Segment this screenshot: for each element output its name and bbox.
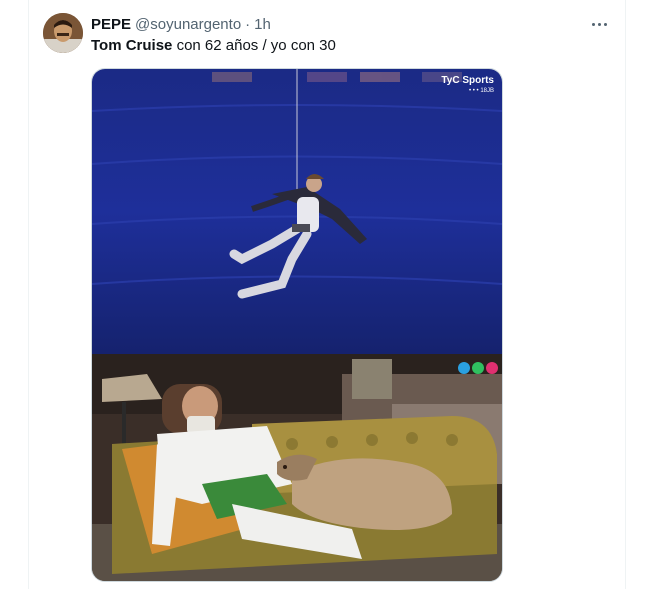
media-image-top[interactable]: TyC Sports • • • 18JB <box>92 69 502 354</box>
tweet-media[interactable]: TyC Sports • • • 18JB <box>91 68 503 582</box>
tweet-text: Tom Cruise con 62 años / yo con 30 <box>91 36 336 56</box>
media-image-bottom[interactable] <box>92 354 502 581</box>
separator-dot: · <box>245 15 251 33</box>
top-watermark: TyC Sports <box>441 75 494 86</box>
author-handle[interactable]: @soyunargento <box>135 16 241 33</box>
more-horizontal-icon <box>591 22 595 26</box>
tweet-header: PEPE @soyunargento · 1h <box>91 14 271 34</box>
top-watermark-sub: • • • 18JB <box>469 88 494 94</box>
author-name[interactable]: PEPE <box>91 16 131 33</box>
divider-right <box>625 0 626 589</box>
tweet-text-rest: con 62 años / yo con 30 <box>172 37 336 54</box>
tweet-timestamp[interactable]: 1h <box>254 16 271 33</box>
timeline-frame: PEPE @soyunargento · 1h Tom Cruise con 6… <box>0 0 656 589</box>
avatar[interactable] <box>43 13 83 53</box>
more-options-button[interactable] <box>587 14 611 34</box>
avatar-image <box>43 13 83 53</box>
tweet-text-bold: Tom Cruise <box>91 37 173 54</box>
tweet[interactable]: PEPE @soyunargento · 1h Tom Cruise con 6… <box>29 0 625 589</box>
